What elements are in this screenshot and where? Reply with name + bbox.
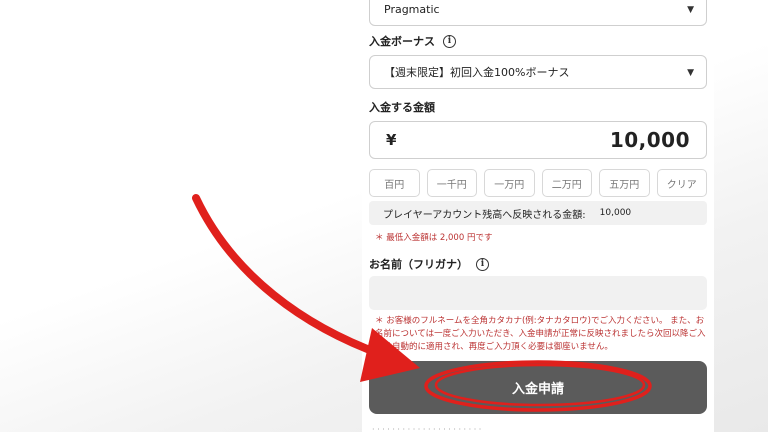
annotation-circle-inner — [434, 363, 646, 407]
annotation-arrow-head — [360, 328, 420, 382]
annotation-circle — [424, 360, 652, 412]
annotation-overlay — [192, 194, 652, 412]
